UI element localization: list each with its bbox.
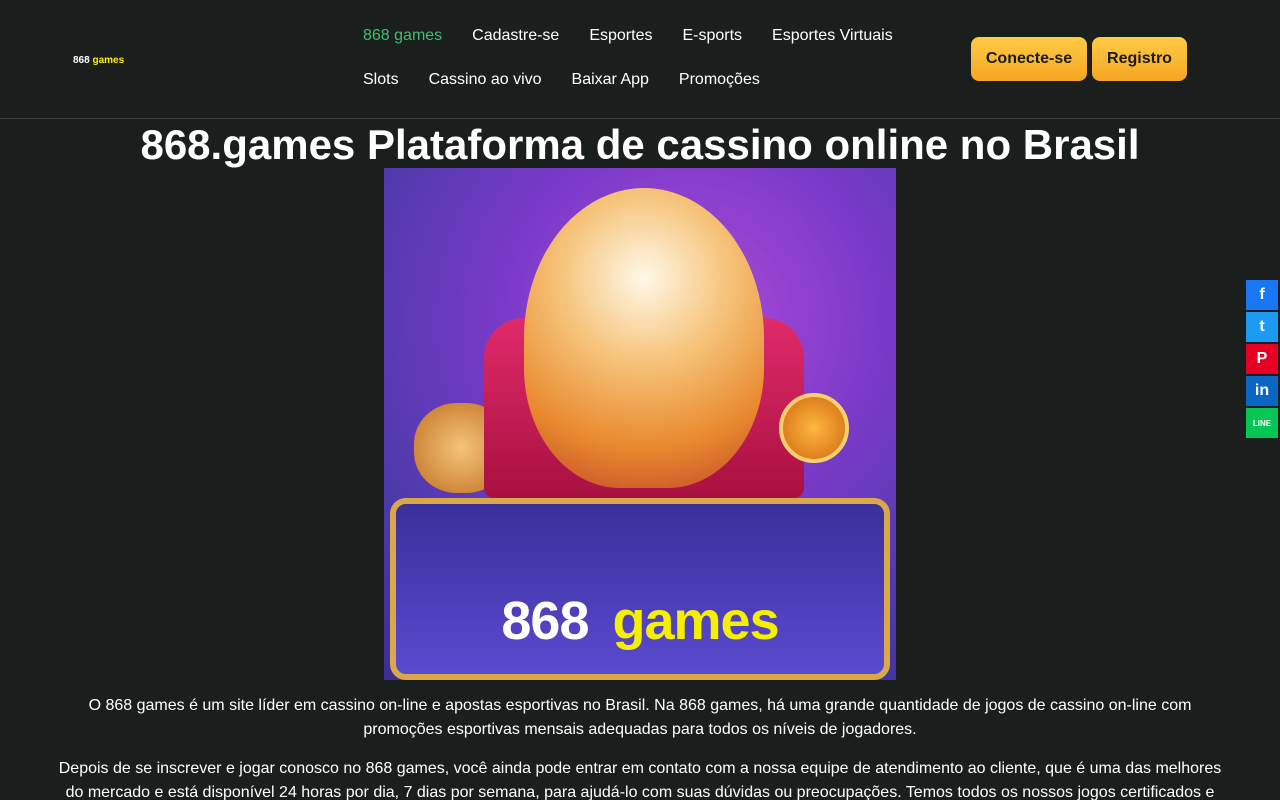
nav-item-promotions[interactable]: Promoções bbox=[679, 66, 760, 110]
banner-brand-word: games bbox=[612, 591, 780, 651]
logo-word: games bbox=[92, 55, 125, 66]
nav-item-sports[interactable]: Esportes bbox=[589, 22, 652, 66]
gold-coin-illustration bbox=[779, 393, 849, 463]
line-icon[interactable]: LINE bbox=[1246, 408, 1278, 438]
banner-brand-text: 868 games bbox=[384, 590, 896, 652]
linkedin-icon[interactable]: in bbox=[1246, 376, 1278, 406]
pinterest-icon[interactable]: P bbox=[1246, 344, 1278, 374]
twitter-icon[interactable]: t bbox=[1246, 312, 1278, 342]
support-paragraph: Depois de se inscrever e jogar conosco n… bbox=[58, 760, 1222, 800]
banner-frame bbox=[390, 498, 890, 680]
nav-item-download-app[interactable]: Baixar App bbox=[572, 66, 649, 110]
facebook-icon[interactable]: f bbox=[1246, 280, 1278, 310]
page-title: 868.games Plataforma de cassino online n… bbox=[140, 121, 1140, 168]
social-share-bar: f t P in LINE bbox=[1246, 280, 1278, 440]
nav-item-live-casino[interactable]: Cassino ao vivo bbox=[429, 66, 542, 110]
tiger-mascot-illustration bbox=[524, 188, 764, 488]
site-header: 868 games 868 games Cadastre-se Esportes… bbox=[0, 0, 1280, 119]
nav-item-home[interactable]: 868 games bbox=[363, 22, 442, 66]
main-nav: 868 games Cadastre-se Esportes E-sports … bbox=[363, 22, 923, 110]
logo-number: 868 bbox=[73, 55, 90, 66]
site-logo[interactable]: 868 games bbox=[73, 55, 124, 66]
login-button[interactable]: Conecte-se bbox=[971, 37, 1087, 81]
nav-item-virtual-sports[interactable]: Esportes Virtuais bbox=[772, 22, 893, 66]
nav-item-esports[interactable]: E-sports bbox=[682, 22, 742, 66]
banner-brand-number: 868 bbox=[501, 591, 589, 651]
nav-item-signup[interactable]: Cadastre-se bbox=[472, 22, 559, 66]
intro-paragraph: O 868 games é um site líder em cassino o… bbox=[88, 697, 1192, 738]
hero-banner-image: 868 games bbox=[384, 168, 896, 680]
register-button[interactable]: Registro bbox=[1092, 37, 1187, 81]
nav-item-slots[interactable]: Slots bbox=[363, 66, 399, 110]
